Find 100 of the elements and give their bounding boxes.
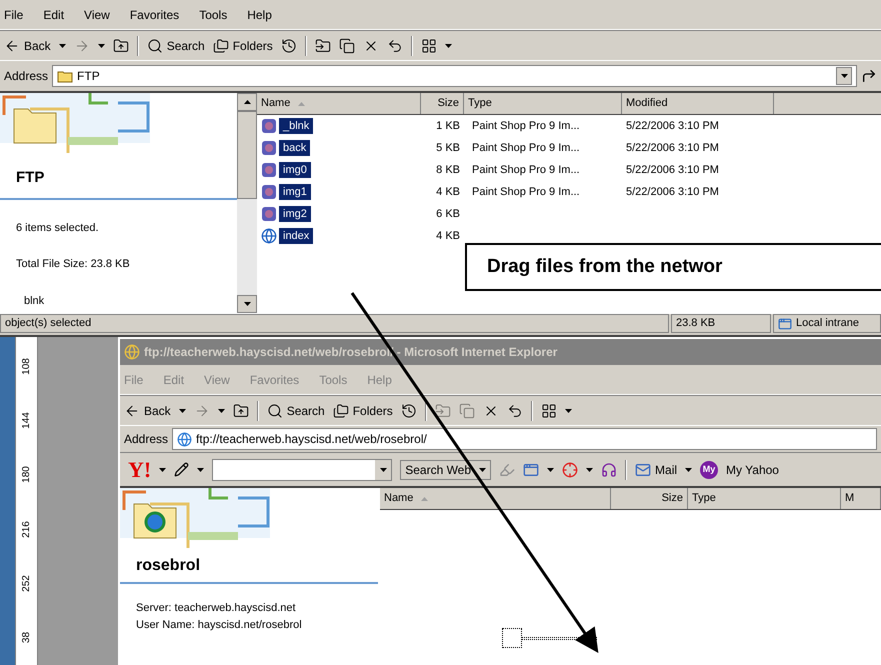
- toolbar-button[interactable]: [314, 38, 331, 54]
- crosshair-icon[interactable]: [562, 462, 578, 478]
- scroll-down-icon: [244, 302, 250, 306]
- mail-button[interactable]: Mail: [635, 460, 678, 478]
- column-header[interactable]: Type: [464, 93, 622, 114]
- menu-item[interactable]: View: [84, 6, 110, 24]
- file-size: 6 KB: [435, 206, 461, 222]
- my-badge-icon: My: [700, 460, 718, 478]
- status-pane: object(s) selected: [0, 314, 669, 333]
- column-header[interactable]: Name: [380, 488, 611, 509]
- menu-item[interactable]: Tools: [199, 6, 228, 24]
- file-row[interactable]: img0 8 KB Paint Shop Pro 9 Im... 5/22/2006 3:10 PM: [257, 159, 881, 181]
- file-size: 5 KB: [435, 140, 461, 156]
- toolbar-button[interactable]: [232, 402, 249, 418]
- pencil-icon[interactable]: [174, 462, 190, 477]
- toolbar-button[interactable]: [420, 38, 437, 54]
- menu-item[interactable]: Help: [247, 6, 272, 24]
- file-type: Paint Shop Pro 9 Im...: [471, 184, 581, 200]
- caret-icon: [218, 408, 225, 412]
- toolbar-button[interactable]: Search: [146, 36, 205, 54]
- caret-icon: [444, 44, 452, 48]
- go-arrow-icon[interactable]: [861, 68, 877, 84]
- toolbar-button[interactable]: [112, 38, 129, 54]
- image-file-icon: [261, 184, 277, 200]
- toolbar-button[interactable]: [280, 38, 297, 54]
- pane-detail: 6 items selected.: [16, 220, 100, 236]
- headphones-icon[interactable]: [601, 462, 618, 478]
- toolbar-button[interactable]: [540, 402, 557, 418]
- folders-icon: [332, 402, 349, 418]
- column-header[interactable]: M: [841, 488, 881, 509]
- dropdown-button[interactable]: [375, 460, 392, 480]
- copy-icon: [458, 402, 475, 418]
- file-type: Paint Shop Pro 9 Im...: [471, 140, 581, 156]
- search-web-button[interactable]: Search Web: [400, 460, 492, 480]
- menu-item[interactable]: File: [4, 6, 24, 24]
- toolbar-button[interactable]: [386, 38, 403, 54]
- toolbar-button[interactable]: [338, 38, 355, 54]
- ruler-number: 144: [20, 412, 33, 429]
- caret-icon: [380, 468, 387, 472]
- column-header[interactable]: Size: [421, 93, 464, 114]
- file-size: 1 KB: [435, 118, 461, 134]
- caret-icon: [197, 468, 204, 472]
- my-yahoo-link[interactable]: My Yahoo: [726, 460, 779, 478]
- search-icon: [266, 402, 283, 418]
- toolbar-button[interactable]: Folders: [212, 36, 273, 54]
- column-header[interactable]: Modified: [622, 93, 774, 114]
- address-label: Address: [124, 431, 168, 448]
- file-row[interactable]: img1 4 KB Paint Shop Pro 9 Im... 5/22/2006 3:10 PM: [257, 181, 881, 203]
- grid-view-icon: [420, 38, 437, 54]
- undo-icon: [506, 402, 523, 418]
- dropdown-button[interactable]: [836, 67, 852, 85]
- window-icon[interactable]: [523, 462, 540, 478]
- search-field[interactable]: [212, 458, 392, 480]
- file-type: Paint Shop Pro 9 Im...: [471, 118, 581, 134]
- ruler-number: 252: [20, 575, 33, 592]
- sort-triangle-icon: [421, 496, 428, 500]
- file-modified: 5/22/2006 3:10 PM: [625, 118, 720, 134]
- file-name: img2: [279, 206, 311, 222]
- scrollbar[interactable]: [237, 93, 257, 313]
- menu-item[interactable]: Edit: [43, 6, 64, 24]
- folder-icon: [57, 70, 74, 82]
- toolbar-button[interactable]: [400, 402, 417, 418]
- undo-icon: [386, 38, 403, 54]
- caret-icon: [685, 468, 692, 472]
- toolbar-button[interactable]: Folders: [332, 402, 393, 420]
- file-row[interactable]: _blnk 1 KB Paint Shop Pro 9 Im... 5/22/2006 3:10 PM: [257, 115, 881, 137]
- caret-icon: [586, 468, 594, 472]
- status-pane: 23.8 KB: [671, 314, 771, 333]
- image-file-icon: [261, 206, 277, 222]
- file-row[interactable]: back 5 KB Paint Shop Pro 9 Im... 5/22/2006 3:10 PM: [257, 137, 881, 159]
- address-field[interactable]: FTP: [52, 65, 857, 87]
- pane-detail: Server: teacherweb.hayscisd.net: [136, 601, 297, 616]
- move-to-folder-icon: [314, 38, 331, 54]
- history-icon: [400, 402, 417, 418]
- file-type: Paint Shop Pro 9 Im...: [471, 162, 581, 178]
- caret-icon: [479, 468, 486, 472]
- column-header[interactable]: Name: [257, 93, 421, 114]
- column-header[interactable]: Type: [688, 488, 841, 509]
- file-name: _blnk: [279, 118, 314, 134]
- address-field[interactable]: ftp://teacherweb.hayscisd.net/web/rosebrol/: [172, 428, 877, 450]
- caret-icon: [98, 44, 105, 48]
- ruler-number: 180: [20, 466, 33, 484]
- column-header[interactable]: Size: [611, 488, 688, 509]
- search-icon: [146, 38, 163, 54]
- ruler-number: 38: [20, 632, 33, 644]
- caret-icon: [178, 408, 186, 412]
- pane-detail: User Name: hayscisd.net/rosebrol: [136, 618, 303, 632]
- menu-item[interactable]: Favorites: [130, 6, 180, 24]
- toolbar-button[interactable]: Back: [124, 402, 171, 420]
- intranet-icon: [778, 316, 792, 330]
- ruler-number: 108: [20, 358, 33, 374]
- web-page-icon: [261, 228, 277, 244]
- toolbar-button[interactable]: [506, 402, 523, 418]
- toolbar-button[interactable]: Back: [4, 36, 51, 54]
- file-row[interactable]: img2 6 KB: [257, 203, 881, 225]
- copy-icon: [338, 38, 355, 54]
- file-modified: 5/22/2006 3:10 PM: [625, 140, 720, 156]
- pane-title: rosebrol: [135, 556, 202, 576]
- ruler-number: 216: [20, 520, 33, 538]
- toolbar-button[interactable]: Search: [266, 402, 325, 420]
